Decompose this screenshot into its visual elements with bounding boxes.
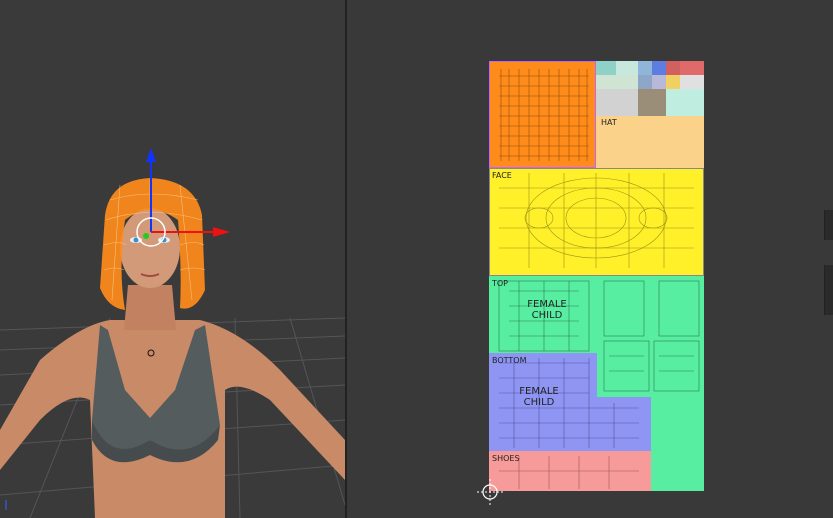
- bottom-group-label: FEMALE CHILD: [519, 386, 559, 408]
- z-axis-arrow-icon: [146, 148, 156, 162]
- uv-2d-cursor-icon[interactable]: [475, 477, 505, 507]
- shoes-label: SHOES: [492, 454, 520, 463]
- viewport-canvas[interactable]: [0, 0, 345, 518]
- x-axis-arrow-icon: [213, 227, 230, 237]
- uv-editor-viewport[interactable]: HAT FACE TOP FEMALE CHILD BOTTOM FEMALE …: [347, 0, 833, 518]
- top-label: TOP: [492, 279, 509, 288]
- uv-scrollbar-lower[interactable]: [824, 265, 833, 315]
- top-group-label: FEMALE CHILD: [527, 299, 567, 321]
- uv-scrollbar[interactable]: [824, 210, 833, 240]
- uv-small-tiles: [596, 61, 704, 116]
- hair-uv-wireframe: [499, 69, 589, 161]
- uv-texture-atlas[interactable]: HAT FACE TOP FEMALE CHILD BOTTOM FEMALE …: [489, 61, 704, 491]
- bottom-label: BOTTOM: [492, 356, 527, 365]
- face-label: FACE: [492, 171, 512, 180]
- hat-label: HAT: [601, 118, 617, 127]
- face-uv-wireframe: [499, 173, 694, 268]
- 3d-viewport[interactable]: [0, 0, 345, 518]
